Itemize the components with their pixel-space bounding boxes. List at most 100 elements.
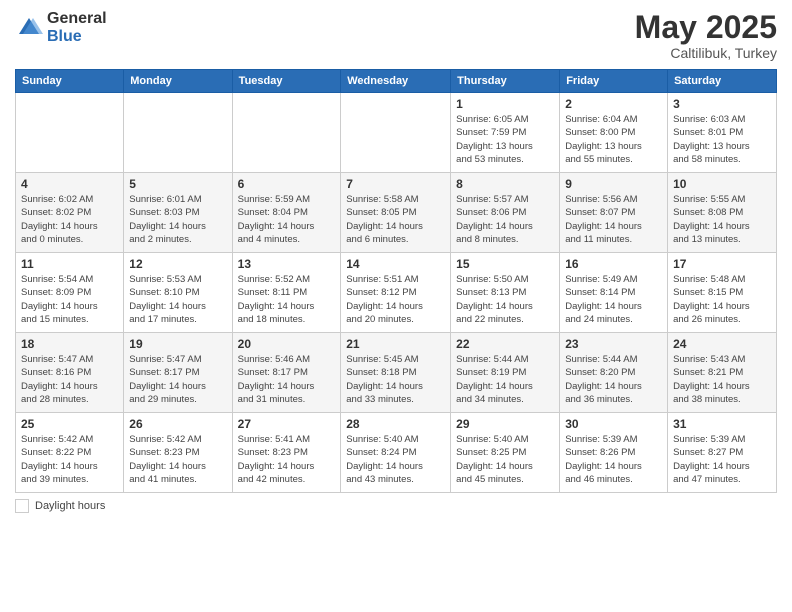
day-number: 17	[673, 257, 771, 271]
logo: General Blue	[15, 10, 107, 45]
day-info: Sunrise: 5:46 AM Sunset: 8:17 PM Dayligh…	[238, 353, 336, 406]
day-info: Sunrise: 5:47 AM Sunset: 8:16 PM Dayligh…	[21, 353, 118, 406]
calendar-day-cell: 13 Sunrise: 5:52 AM Sunset: 8:11 PM Dayli…	[232, 253, 341, 333]
calendar-header-cell: Tuesday	[232, 70, 341, 93]
title-location: Caltilibuk, Turkey	[635, 45, 777, 61]
calendar-day-cell: 7 Sunrise: 5:58 AM Sunset: 8:05 PM Daylig…	[341, 173, 451, 253]
calendar-day-cell	[124, 93, 232, 173]
calendar-day-cell: 20 Sunrise: 5:46 AM Sunset: 8:17 PM Dayli…	[232, 333, 341, 413]
day-info: Sunrise: 6:05 AM Sunset: 7:59 PM Dayligh…	[456, 113, 554, 166]
calendar-day-cell: 29 Sunrise: 5:40 AM Sunset: 8:25 PM Dayli…	[451, 413, 560, 493]
day-info: Sunrise: 5:45 AM Sunset: 8:18 PM Dayligh…	[346, 353, 445, 406]
day-number: 3	[673, 97, 771, 111]
daylight-label: Daylight hours	[35, 500, 105, 512]
day-number: 8	[456, 177, 554, 191]
day-number: 11	[21, 257, 118, 271]
day-number: 21	[346, 337, 445, 351]
calendar-header-cell: Thursday	[451, 70, 560, 93]
day-info: Sunrise: 5:39 AM Sunset: 8:27 PM Dayligh…	[673, 433, 771, 486]
calendar-header-cell: Saturday	[668, 70, 777, 93]
calendar-day-cell: 19 Sunrise: 5:47 AM Sunset: 8:17 PM Dayli…	[124, 333, 232, 413]
calendar-day-cell: 21 Sunrise: 5:45 AM Sunset: 8:18 PM Dayli…	[341, 333, 451, 413]
day-number: 13	[238, 257, 336, 271]
day-number: 28	[346, 417, 445, 431]
day-info: Sunrise: 5:44 AM Sunset: 8:19 PM Dayligh…	[456, 353, 554, 406]
calendar-table: SundayMondayTuesdayWednesdayThursdayFrid…	[15, 69, 777, 493]
day-number: 7	[346, 177, 445, 191]
calendar-day-cell: 24 Sunrise: 5:43 AM Sunset: 8:21 PM Dayli…	[668, 333, 777, 413]
day-number: 25	[21, 417, 118, 431]
logo-icon	[15, 14, 43, 42]
day-number: 31	[673, 417, 771, 431]
calendar-day-cell: 22 Sunrise: 5:44 AM Sunset: 8:19 PM Dayli…	[451, 333, 560, 413]
day-number: 14	[346, 257, 445, 271]
day-number: 29	[456, 417, 554, 431]
day-number: 20	[238, 337, 336, 351]
day-info: Sunrise: 5:59 AM Sunset: 8:04 PM Dayligh…	[238, 193, 336, 246]
day-number: 30	[565, 417, 662, 431]
day-info: Sunrise: 5:50 AM Sunset: 8:13 PM Dayligh…	[456, 273, 554, 326]
calendar-day-cell: 4Sunrise: 6:02 AM Sunset: 8:02 PM Daylig…	[16, 173, 124, 253]
day-info: Sunrise: 5:41 AM Sunset: 8:23 PM Dayligh…	[238, 433, 336, 486]
day-info: Sunrise: 5:52 AM Sunset: 8:11 PM Dayligh…	[238, 273, 336, 326]
title-month: May 2025	[635, 10, 777, 45]
calendar-header-cell: Wednesday	[341, 70, 451, 93]
day-info: Sunrise: 5:40 AM Sunset: 8:25 PM Dayligh…	[456, 433, 554, 486]
title-block: May 2025 Caltilibuk, Turkey	[635, 10, 777, 61]
calendar-day-cell: 23Sunrise: 5:44 AM Sunset: 8:20 PM Dayli…	[560, 333, 668, 413]
day-number: 16	[565, 257, 662, 271]
calendar-day-cell: 10 Sunrise: 5:55 AM Sunset: 8:08 PM Dayli…	[668, 173, 777, 253]
calendar-day-cell: 5 Sunrise: 6:01 AM Sunset: 8:03 PM Daylig…	[124, 173, 232, 253]
calendar-day-cell: 31 Sunrise: 5:39 AM Sunset: 8:27 PM Dayli…	[668, 413, 777, 493]
calendar-day-cell: 30Sunrise: 5:39 AM Sunset: 8:26 PM Dayli…	[560, 413, 668, 493]
calendar-week-row: 4Sunrise: 6:02 AM Sunset: 8:02 PM Daylig…	[16, 173, 777, 253]
day-number: 2	[565, 97, 662, 111]
logo-blue: Blue	[47, 28, 107, 46]
day-info: Sunrise: 5:53 AM Sunset: 8:10 PM Dayligh…	[129, 273, 226, 326]
calendar-day-cell: 17 Sunrise: 5:48 AM Sunset: 8:15 PM Dayli…	[668, 253, 777, 333]
day-number: 23	[565, 337, 662, 351]
day-number: 19	[129, 337, 226, 351]
day-number: 26	[129, 417, 226, 431]
calendar-day-cell	[232, 93, 341, 173]
day-number: 1	[456, 97, 554, 111]
calendar-day-cell: 12 Sunrise: 5:53 AM Sunset: 8:10 PM Dayli…	[124, 253, 232, 333]
footer: Daylight hours	[15, 499, 777, 513]
day-info: Sunrise: 5:47 AM Sunset: 8:17 PM Dayligh…	[129, 353, 226, 406]
day-info: Sunrise: 5:43 AM Sunset: 8:21 PM Dayligh…	[673, 353, 771, 406]
header: General Blue May 2025 Caltilibuk, Turkey	[15, 10, 777, 61]
day-info: Sunrise: 5:51 AM Sunset: 8:12 PM Dayligh…	[346, 273, 445, 326]
calendar-week-row: 25 Sunrise: 5:42 AM Sunset: 8:22 PM Dayli…	[16, 413, 777, 493]
day-number: 9	[565, 177, 662, 191]
day-info: Sunrise: 6:01 AM Sunset: 8:03 PM Dayligh…	[129, 193, 226, 246]
calendar-day-cell: 14 Sunrise: 5:51 AM Sunset: 8:12 PM Dayli…	[341, 253, 451, 333]
logo-text: General Blue	[47, 10, 107, 45]
day-info: Sunrise: 6:03 AM Sunset: 8:01 PM Dayligh…	[673, 113, 771, 166]
calendar-day-cell: 2 Sunrise: 6:04 AM Sunset: 8:00 PM Daylig…	[560, 93, 668, 173]
page: General Blue May 2025 Caltilibuk, Turkey…	[0, 0, 792, 612]
calendar-header-cell: Sunday	[16, 70, 124, 93]
calendar-day-cell: 25 Sunrise: 5:42 AM Sunset: 8:22 PM Dayli…	[16, 413, 124, 493]
calendar-day-cell: 11Sunrise: 5:54 AM Sunset: 8:09 PM Dayli…	[16, 253, 124, 333]
day-info: Sunrise: 5:48 AM Sunset: 8:15 PM Dayligh…	[673, 273, 771, 326]
day-info: Sunrise: 5:58 AM Sunset: 8:05 PM Dayligh…	[346, 193, 445, 246]
day-number: 5	[129, 177, 226, 191]
day-number: 12	[129, 257, 226, 271]
day-number: 27	[238, 417, 336, 431]
calendar-day-cell: 26 Sunrise: 5:42 AM Sunset: 8:23 PM Dayli…	[124, 413, 232, 493]
day-number: 22	[456, 337, 554, 351]
calendar-week-row: 1 Sunrise: 6:05 AM Sunset: 7:59 PM Daylig…	[16, 93, 777, 173]
day-number: 24	[673, 337, 771, 351]
day-info: Sunrise: 6:04 AM Sunset: 8:00 PM Dayligh…	[565, 113, 662, 166]
day-info: Sunrise: 5:57 AM Sunset: 8:06 PM Dayligh…	[456, 193, 554, 246]
day-info: Sunrise: 5:42 AM Sunset: 8:23 PM Dayligh…	[129, 433, 226, 486]
day-info: Sunrise: 5:40 AM Sunset: 8:24 PM Dayligh…	[346, 433, 445, 486]
calendar-day-cell: 15Sunrise: 5:50 AM Sunset: 8:13 PM Dayli…	[451, 253, 560, 333]
day-info: Sunrise: 5:49 AM Sunset: 8:14 PM Dayligh…	[565, 273, 662, 326]
calendar-day-cell: 28 Sunrise: 5:40 AM Sunset: 8:24 PM Dayli…	[341, 413, 451, 493]
calendar-header-cell: Monday	[124, 70, 232, 93]
day-number: 10	[673, 177, 771, 191]
calendar-day-cell: 6Sunrise: 5:59 AM Sunset: 8:04 PM Daylig…	[232, 173, 341, 253]
day-info: Sunrise: 5:55 AM Sunset: 8:08 PM Dayligh…	[673, 193, 771, 246]
day-info: Sunrise: 5:42 AM Sunset: 8:22 PM Dayligh…	[21, 433, 118, 486]
